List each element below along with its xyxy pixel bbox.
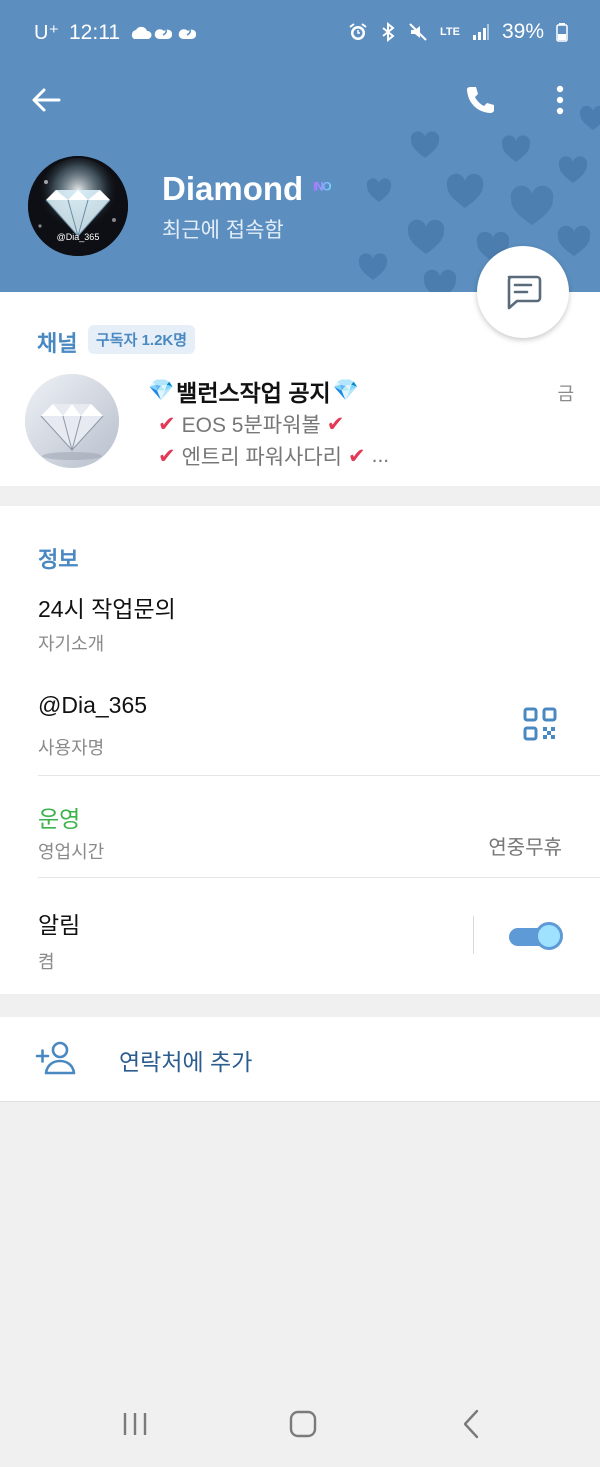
carrier-label: U⁺	[34, 22, 59, 44]
bluetooth-icon	[382, 22, 395, 42]
clock: 12:11	[69, 20, 120, 44]
battery-icon	[556, 23, 568, 42]
chevron-left-icon	[463, 1409, 479, 1439]
diamond-image	[25, 374, 119, 468]
phone-icon	[467, 87, 494, 113]
alarm-icon	[349, 23, 367, 40]
more-vertical-icon	[556, 85, 564, 115]
notifications-title: 알림	[38, 912, 81, 938]
channel-preview-line-2: ✔ 엔트리 파워사다리 ✔ ...	[158, 441, 389, 471]
arrow-left-icon	[32, 88, 61, 112]
channel-preview-line-1: ✔ EOS 5분파워볼 ✔	[158, 409, 344, 439]
divider	[38, 877, 600, 878]
last-seen-status: 최근에 접속함	[162, 219, 284, 242]
diamond-emoji-right: 💎	[332, 379, 359, 402]
qr-code-icon	[523, 707, 557, 741]
message-button[interactable]	[477, 246, 569, 338]
signal-icon	[472, 24, 489, 40]
add-contact-row[interactable]: 연락처에 추가	[0, 1017, 600, 1101]
info-section-label: 정보	[38, 547, 79, 572]
preview-text-2: 엔트리 파워사다리	[181, 446, 343, 469]
info-section: 정보 24시 작업문의 자기소개 @Dia_365 사용자명 운영 영업시간 연…	[0, 506, 600, 994]
qr-code-button[interactable]	[522, 706, 558, 742]
add-contact-label: 연락처에 추가	[119, 1049, 253, 1075]
vertical-separator	[473, 916, 474, 954]
name-badge: ᴵᴺᴼ	[313, 178, 331, 199]
home-button[interactable]	[278, 1404, 328, 1444]
preview-ellipsis: ...	[371, 444, 390, 467]
username-label: 사용자명	[38, 738, 105, 758]
message-icon	[507, 275, 542, 310]
home-icon	[289, 1410, 317, 1438]
check-mark-icon: ✔	[348, 444, 366, 468]
diamond-emoji-left: 💎	[148, 379, 175, 402]
add-person-icon	[35, 1041, 76, 1075]
system-back-button[interactable]	[446, 1404, 496, 1444]
profile-avatar[interactable]: @Dia_365	[28, 156, 128, 256]
recent-apps-icon	[123, 1413, 147, 1435]
status-bar: U⁺ 12:11 LTE 39%	[0, 0, 600, 64]
toggle-knob	[535, 922, 563, 950]
recent-apps-button[interactable]	[110, 1404, 160, 1444]
channel-avatar	[25, 374, 119, 468]
notifications-toggle[interactable]	[507, 920, 565, 950]
check-mark-icon: ✔	[158, 444, 176, 468]
hours-value: 연중무휴	[488, 837, 562, 859]
cloud-icon	[131, 26, 197, 39]
mute-icon	[409, 23, 427, 41]
system-nav-bar	[0, 1380, 600, 1467]
profile-name: Diamond	[162, 170, 304, 207]
back-button[interactable]	[24, 78, 68, 122]
subscriber-badge: 구독자 1.2K명	[88, 325, 196, 354]
username-value: @Dia_365	[38, 692, 148, 718]
hours-status: 운영	[38, 806, 81, 832]
notifications-value: 켬	[38, 952, 55, 972]
lte-indicator: LTE	[440, 26, 460, 38]
channel-name: 💎 밸런스작업 공지 💎	[148, 374, 359, 408]
bio-label: 자기소개	[38, 634, 105, 654]
divider	[38, 775, 600, 776]
hours-label: 영업시간	[38, 842, 105, 862]
preview-text-1: EOS 5분파워볼	[181, 414, 321, 437]
call-button[interactable]	[458, 78, 502, 122]
bio-value: 24시 작업문의	[38, 596, 176, 622]
channel-last-message-date: 금	[557, 384, 574, 404]
divider	[0, 1101, 600, 1102]
more-options-button[interactable]	[540, 78, 580, 122]
battery-percent: 39%	[501, 20, 544, 43]
channel-name-text: 밸런스작업 공지	[176, 380, 331, 406]
check-mark-icon: ✔	[326, 412, 345, 436]
check-mark-icon: ✔	[158, 412, 176, 436]
avatar-caption: @Dia_365	[56, 232, 100, 242]
channel-section-label: 채널	[37, 331, 78, 356]
